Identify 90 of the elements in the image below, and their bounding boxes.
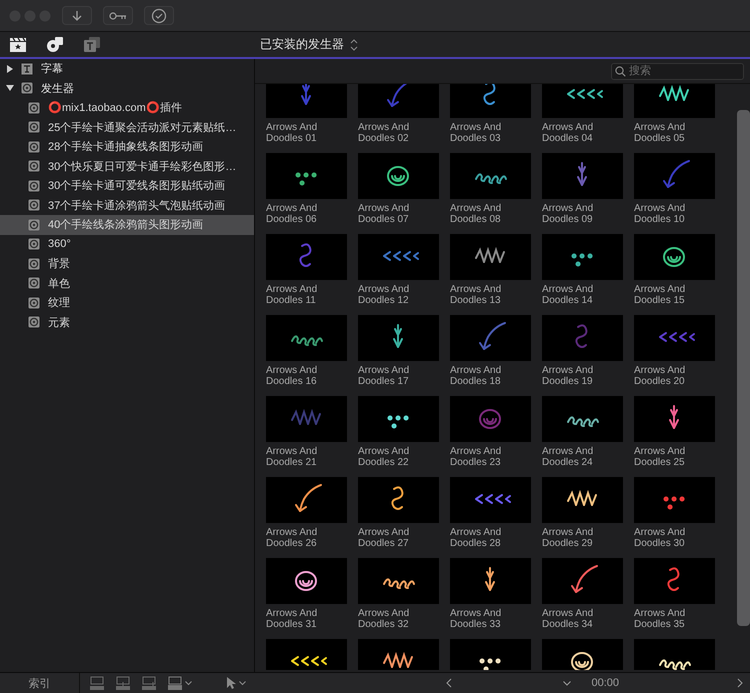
- clip-label: Arrows And Doodles 07: [358, 203, 410, 225]
- expanded-triangle-icon[interactable]: [6, 84, 14, 92]
- clip-label: Arrows And Doodles 26: [266, 527, 318, 549]
- sidebar-item[interactable]: 字幕: [0, 59, 254, 78]
- titles-and-generators-icon[interactable]: [83, 36, 101, 53]
- sidebar-item[interactable]: 元素: [0, 312, 254, 332]
- generator-icon: [28, 316, 40, 328]
- clip-label: Arrows And Doodles 10: [634, 203, 686, 225]
- clip-label: Arrows And Doodles 13: [450, 284, 502, 306]
- keyword-button[interactable]: [103, 6, 133, 25]
- next-chevron-icon[interactable]: [737, 678, 743, 688]
- previous-chevron-icon[interactable]: [446, 678, 452, 688]
- generator-icon: [28, 296, 40, 309]
- clip-label: Arrows And Doodles 04: [542, 122, 594, 144]
- clip-label: Arrows And Doodles 12: [358, 284, 410, 306]
- clip-label: Arrows And Doodles 15: [634, 284, 686, 306]
- clip-label: Arrows And Doodles 17: [358, 365, 410, 387]
- key-icon: [109, 10, 127, 20]
- clip-label: Arrows And Doodles 05: [634, 122, 686, 144]
- clip-label: Arrows And Doodles 23: [450, 446, 502, 468]
- append-clip-icon[interactable]: [141, 676, 157, 690]
- background-tasks-button[interactable]: [144, 6, 174, 25]
- sidebar-item[interactable]: 纹理: [0, 293, 254, 312]
- clip-label: Arrows And Doodles 16: [266, 365, 318, 387]
- sidebar-item[interactable]: ⭕mix1.taobao.com⭕插件: [0, 98, 254, 118]
- clip-label: Arrows And Doodles 08: [450, 203, 502, 225]
- title-icon: [21, 62, 33, 75]
- download-icon: [70, 8, 84, 22]
- clapperboard-icon[interactable]: [9, 36, 27, 52]
- clip-label: Arrows And Doodles 22: [358, 446, 410, 468]
- clip-label: Arrows And Doodles 35: [634, 608, 686, 630]
- index-button[interactable]: 索引: [0, 673, 80, 693]
- clip-label: Arrows And Doodles 32: [358, 608, 410, 630]
- generator-icon: [28, 160, 40, 172]
- clip-label: Arrows And Doodles 30: [634, 527, 686, 549]
- clip-label: Arrows And Doodles 25: [634, 446, 686, 468]
- clip-label: Arrows And Doodles 18: [450, 365, 502, 387]
- clip-label: Arrows And Doodles 21: [266, 446, 318, 468]
- overwrite-clip-icon[interactable]: [167, 676, 183, 690]
- sidebar-item[interactable]: 28个手绘卡通抽象线条图形动画: [0, 137, 254, 156]
- clip-label: Arrows And Doodles 03: [450, 122, 502, 144]
- generator-icon: [28, 238, 40, 250]
- clip-label: Arrows And Doodles 31: [266, 608, 318, 630]
- clip-label: Arrows And Doodles 09: [542, 203, 594, 225]
- clip-label: Arrows And Doodles 24: [542, 446, 594, 468]
- library-title[interactable]: 已安装的发生器: [260, 36, 344, 53]
- generator-icon: [28, 140, 40, 153]
- sidebar-item[interactable]: 30个手绘卡通可爱线条图形贴纸动画: [0, 176, 254, 196]
- sidebar-item[interactable]: 360°: [0, 234, 254, 254]
- clip-label: Arrows And Doodles 06: [266, 203, 318, 225]
- search-field[interactable]: 搜索: [611, 62, 744, 80]
- import-button[interactable]: [62, 6, 92, 25]
- sidebar-item[interactable]: 25个手绘卡通聚会活动派对元素贴纸…: [0, 118, 254, 137]
- generator-icon: [21, 82, 33, 94]
- generator-icon: [28, 218, 40, 231]
- sidebar-item[interactable]: 背景: [0, 254, 254, 274]
- clip-label: Arrows And Doodles 01: [266, 122, 318, 144]
- generator-icon: [28, 180, 40, 192]
- clip-label: Arrows And Doodles 11: [266, 284, 318, 306]
- clip-label: Arrows And Doodles 29: [542, 527, 594, 549]
- sidebar-item[interactable]: 单色: [0, 274, 254, 293]
- clip-label: Arrows And Doodles 02: [358, 122, 410, 144]
- sidebar-item[interactable]: 发生器: [0, 78, 254, 98]
- pointer-icon[interactable]: [224, 676, 237, 690]
- checkmark-circle-icon: [151, 8, 167, 24]
- collapsed-triangle-icon[interactable]: [6, 64, 14, 73]
- scrollbar-thumb[interactable]: [737, 110, 750, 626]
- generator-icon: [28, 121, 40, 134]
- photos-and-audio-icon[interactable]: [46, 36, 64, 53]
- caret-icon[interactable]: [185, 680, 192, 686]
- clip-label: Arrows And Doodles 27: [358, 527, 410, 549]
- generator-icon: [28, 199, 40, 212]
- insert-clip-icon[interactable]: [115, 676, 131, 690]
- generator-icon: [28, 258, 40, 270]
- sidebar-item[interactable]: 30个快乐夏日可爱卡通手绘彩色图形…: [0, 156, 254, 176]
- up-down-chevron-icon[interactable]: [350, 38, 358, 50]
- caret-icon[interactable]: [563, 680, 572, 686]
- clip-label: Arrows And Doodles 33: [450, 608, 502, 630]
- clip-label: Arrows And Doodles 20: [634, 365, 686, 387]
- caret-icon[interactable]: [239, 680, 246, 686]
- timecode: 00:00: [591, 677, 619, 689]
- clip-label: Arrows And Doodles 19: [542, 365, 594, 387]
- clip-label: Arrows And Doodles 34: [542, 608, 594, 630]
- sidebar-item[interactable]: 40个手绘线条涂鸦箭头图形动画: [0, 215, 254, 234]
- generator-icon: [28, 102, 40, 114]
- generator-icon: [28, 277, 40, 290]
- clip-label: Arrows And Doodles 28: [450, 527, 502, 549]
- sidebar-item[interactable]: 37个手绘卡通涂鸦箭头气泡贴纸动画: [0, 196, 254, 215]
- connect-clip-icon[interactable]: [89, 676, 105, 690]
- clip-label: Arrows And Doodles 14: [542, 284, 594, 306]
